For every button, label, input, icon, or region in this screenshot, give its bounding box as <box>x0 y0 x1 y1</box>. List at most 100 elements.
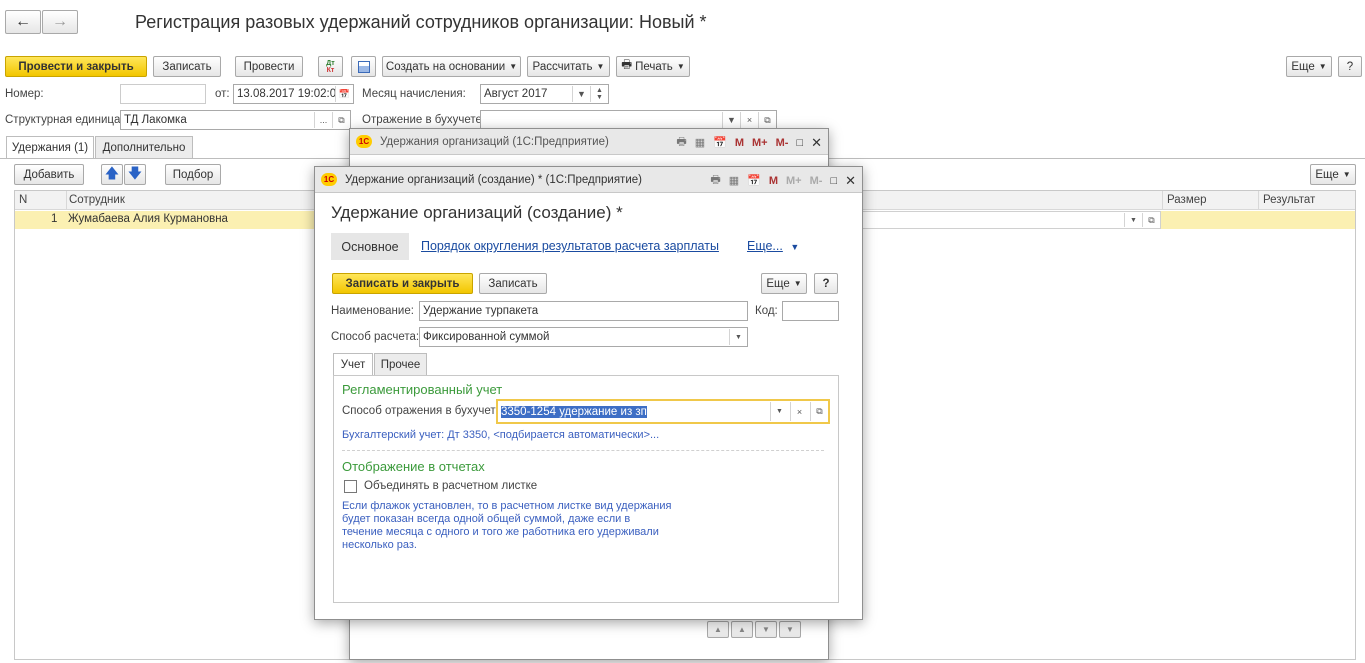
calendar-icon[interactable]: 📅 <box>335 86 353 102</box>
chevron-down-icon: ▼ <box>1342 170 1351 179</box>
chevron-down-icon[interactable]: ▼ <box>722 112 740 128</box>
first-icon[interactable]: ▲ <box>707 621 729 638</box>
forward-button[interactable]: → <box>42 10 78 34</box>
open-icon[interactable]: ⧉ <box>758 112 776 128</box>
help-button[interactable]: ? <box>1338 56 1362 77</box>
post-close-button[interactable]: Провести и закрыть <box>5 56 147 77</box>
create-based-button[interactable]: Создать на основании ▼ <box>382 56 521 77</box>
dialog-heading: Удержание организаций (создание) * <box>331 203 623 222</box>
printer-icon[interactable]: 🖶 <box>676 133 686 152</box>
calendar-icon[interactable]: 📅 <box>713 136 727 149</box>
table-more-button[interactable]: Еще ▼ <box>1310 164 1356 185</box>
close-icon[interactable]: ✕ <box>811 135 822 151</box>
spin-icon[interactable]: ▲ ▼ <box>590 86 608 102</box>
open-icon[interactable]: ⧉ <box>332 112 350 128</box>
date-label: от: <box>215 88 230 100</box>
save-close-button[interactable]: Записать и закрыть <box>332 273 473 294</box>
acc-field[interactable]: ▼ × ⧉ <box>480 110 777 130</box>
memory-mminus-icon[interactable]: M- <box>776 137 789 149</box>
down-icon[interactable]: ▼ <box>755 621 777 638</box>
add-button[interactable]: Добавить <box>14 164 84 185</box>
maximize-icon[interactable]: □ <box>830 175 837 187</box>
section-divider <box>342 450 824 451</box>
month-label: Месяц начисления: <box>362 88 466 100</box>
post-button[interactable]: Провести <box>235 56 303 77</box>
unit-label: Структурная единица: <box>5 114 124 126</box>
tab-panel: Регламентированный учет Способ отражения… <box>333 375 839 603</box>
acc-label: Отражение в бухучете: <box>362 114 486 126</box>
combine-checkbox[interactable] <box>344 480 357 493</box>
arrow-right-icon: → <box>52 13 68 30</box>
clear-icon[interactable]: × <box>740 112 758 128</box>
print-button[interactable]: 🖶 Печать ▼ <box>616 56 690 77</box>
calculator-icon[interactable]: ▦ <box>729 174 739 187</box>
chevron-down-icon: ▼ <box>509 62 518 71</box>
tab-additional[interactable]: Дополнительно <box>95 136 193 158</box>
memory-m-icon[interactable]: M <box>769 175 778 187</box>
chevron-down-icon[interactable]: ▼ <box>1124 213 1142 227</box>
tab-deductions[interactable]: Удержания (1) <box>6 136 94 158</box>
name-field[interactable]: Удержание турпакета <box>419 301 748 321</box>
dialog-save-button[interactable]: Записать <box>479 273 547 294</box>
pick-button[interactable]: Подбор <box>165 164 221 185</box>
dt-kt-icon: Дт Кт <box>326 59 335 74</box>
deduction-dialog[interactable]: 1С Удержание организаций (создание) * (1… <box>314 166 863 620</box>
structure-button[interactable] <box>351 56 376 77</box>
open-icon[interactable]: ⧉ <box>810 402 828 421</box>
clear-icon[interactable]: × <box>790 402 808 421</box>
combine-checkbox-label: Объединять в расчетном листке <box>364 480 538 492</box>
dialog-more-button[interactable]: Еще ▼ <box>761 273 807 294</box>
memory-mminus-icon[interactable]: M- <box>810 175 823 187</box>
printer-icon[interactable]: 🖶 <box>710 171 720 190</box>
close-icon[interactable]: ✕ <box>845 173 856 189</box>
acc-method-field[interactable]: 3350-1254 удержание из зп ▼ × ⧉ <box>496 399 830 424</box>
name-label: Наименование: <box>331 305 414 317</box>
memory-mplus-icon[interactable]: M+ <box>752 137 768 149</box>
chevron-down-icon[interactable]: ▼ <box>770 402 788 421</box>
memory-mplus-icon[interactable]: M+ <box>786 175 802 187</box>
nav-main[interactable]: Основное <box>331 233 409 260</box>
back-button[interactable]: ← <box>5 10 41 34</box>
section-regulated: Регламентированный учет <box>342 382 503 397</box>
more-button[interactable]: Еще ▼ <box>1286 56 1332 77</box>
row-editor[interactable]: ▼ ⧉ <box>861 211 1161 229</box>
tab-other[interactable]: Прочее <box>374 353 427 375</box>
col-result: Результат <box>1258 190 1355 210</box>
1c-logo-icon: 1С <box>356 135 372 148</box>
month-field[interactable]: Август 2017 ▼ ▲ ▼ <box>480 84 609 104</box>
chevron-down-icon: ▼ <box>790 242 800 252</box>
acc-info-link[interactable]: Бухгалтерский учет: Дт 3350, <подбираетс… <box>342 429 659 442</box>
date-field[interactable]: 13.08.2017 19:02:0 📅 <box>233 84 354 104</box>
chevron-down-icon[interactable]: ▼ <box>572 86 590 102</box>
open-icon[interactable]: ⧉ <box>1142 213 1160 227</box>
save-button[interactable]: Записать <box>153 56 221 77</box>
up-icon[interactable]: ▲ <box>731 621 753 638</box>
move-down-button[interactable]: 🡇 <box>124 164 146 185</box>
dialog-help-button[interactable]: ? <box>814 273 838 294</box>
1c-logo-icon: 1С <box>321 173 337 186</box>
number-field[interactable] <box>120 84 206 104</box>
memory-m-icon[interactable]: M <box>735 137 744 149</box>
calendar-icon[interactable]: 📅 <box>747 174 761 187</box>
tab-accounting[interactable]: Учет <box>333 353 373 375</box>
calc-field[interactable]: Фиксированной суммой ▼ <box>419 327 748 347</box>
last-icon[interactable]: ▼ <box>779 621 801 638</box>
chevron-down-icon: ▼ <box>596 62 605 71</box>
calculator-icon[interactable]: ▦ <box>695 136 705 149</box>
nav-rounding-link[interactable]: Порядок округления результатов расчета з… <box>421 239 719 253</box>
combine-hint: Если флажок установлен, то в расчетном л… <box>342 500 672 551</box>
maximize-icon[interactable]: □ <box>796 137 803 149</box>
ellipsis-icon[interactable]: ... <box>314 112 332 128</box>
move-up-button[interactable]: 🡅 <box>101 164 123 185</box>
calculate-button[interactable]: Рассчитать ▼ <box>527 56 610 77</box>
col-size: Размер <box>1162 190 1258 210</box>
nav-more-link[interactable]: Еще... ▼ <box>747 239 799 253</box>
code-field[interactable] <box>782 301 839 321</box>
col-employee: Сотрудник <box>66 190 125 210</box>
dt-kt-button[interactable]: Дт Кт <box>318 56 343 77</box>
structure-icon <box>357 60 370 73</box>
code-label: Код: <box>755 305 778 317</box>
chevron-down-icon[interactable]: ▼ <box>729 329 747 345</box>
chevron-down-icon: ▼ <box>676 62 685 71</box>
unit-field[interactable]: ТД Лакомка ... ⧉ <box>120 110 351 130</box>
